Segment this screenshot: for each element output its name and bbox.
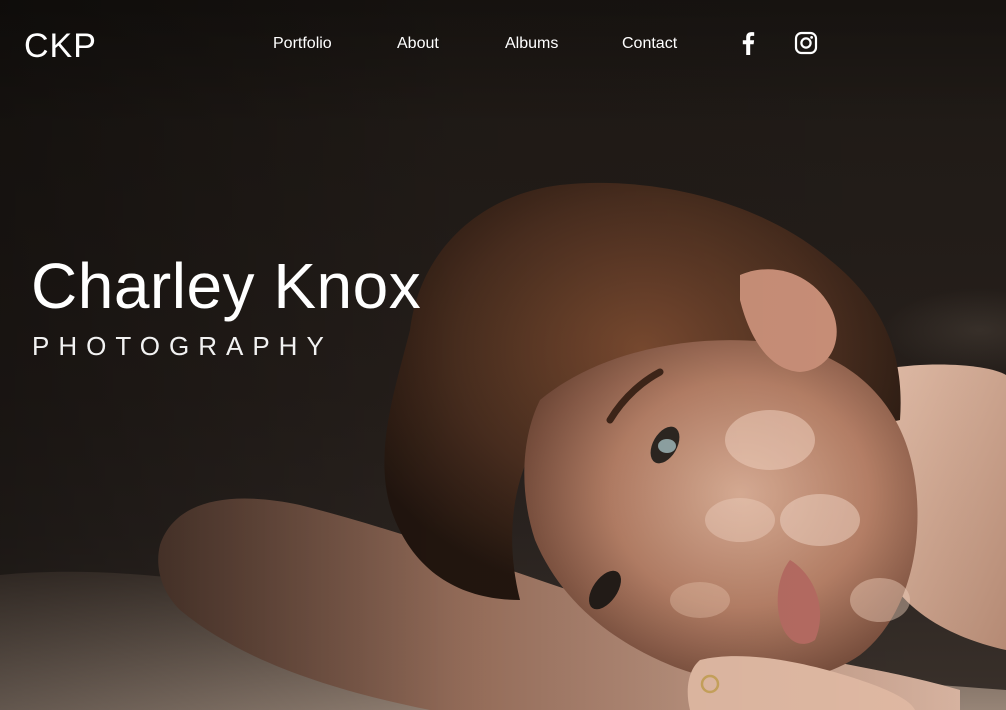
nav-about-link[interactable]: About [397,33,439,55]
nav-contact-link[interactable]: Contact [622,33,677,55]
hero-subtitle: PHOTOGRAPHY [32,331,333,361]
site-logo[interactable]: CKP [24,26,97,66]
nav-portfolio-link[interactable]: Portfolio [273,33,332,55]
page: CKP Portfolio About Albums Contact Charl… [0,0,1006,710]
facebook-icon[interactable] [737,31,759,55]
instagram-icon[interactable] [794,31,818,55]
hero-title: Charley Knox [31,250,422,322]
nav-albums-link[interactable]: Albums [505,33,558,55]
